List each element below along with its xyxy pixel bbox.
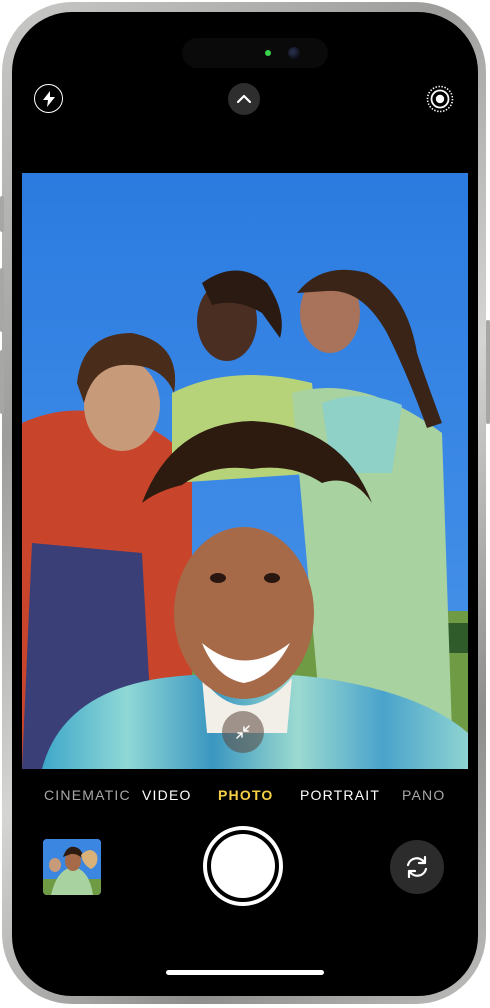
photo-thumbnail	[43, 839, 101, 895]
volume-down-button	[0, 350, 4, 414]
volume-up-button	[0, 268, 4, 332]
group-selfie-preview	[22, 173, 468, 769]
home-indicator[interactable]	[166, 970, 324, 975]
mode-pano[interactable]: PANO	[402, 787, 445, 803]
lightning-bolt-icon	[42, 90, 55, 107]
camera-screen: CINEMATIC VIDEO PHOTO PORTRAIT PANO	[12, 12, 478, 996]
live-photo-icon	[426, 85, 454, 113]
camera-in-use-indicator	[265, 50, 271, 56]
last-photo-thumbnail[interactable]	[43, 839, 101, 895]
collapse-arrows-icon	[236, 725, 250, 739]
action-button	[0, 196, 4, 232]
front-camera-lens	[288, 47, 300, 59]
show-settings-button[interactable]	[228, 83, 260, 115]
mode-photo[interactable]: PHOTO	[218, 787, 274, 803]
mode-video[interactable]: VIDEO	[142, 787, 192, 803]
switch-camera-button[interactable]	[390, 840, 444, 894]
zoom-toggle-button[interactable]	[222, 711, 264, 753]
camera-mode-selector: CINEMATIC VIDEO PHOTO PORTRAIT PANO	[12, 787, 478, 809]
shutter-button[interactable]	[203, 826, 283, 906]
shutter-inner	[211, 834, 275, 898]
side-button	[486, 320, 490, 424]
camera-viewfinder[interactable]	[22, 173, 468, 769]
rotate-camera-icon	[406, 855, 428, 879]
flash-button[interactable]	[34, 84, 63, 113]
dynamic-island	[182, 38, 328, 68]
chevron-up-icon	[236, 94, 252, 104]
live-photo-button[interactable]	[425, 84, 455, 114]
mode-cinematic[interactable]: CINEMATIC	[44, 787, 131, 803]
mode-portrait[interactable]: PORTRAIT	[300, 787, 380, 803]
